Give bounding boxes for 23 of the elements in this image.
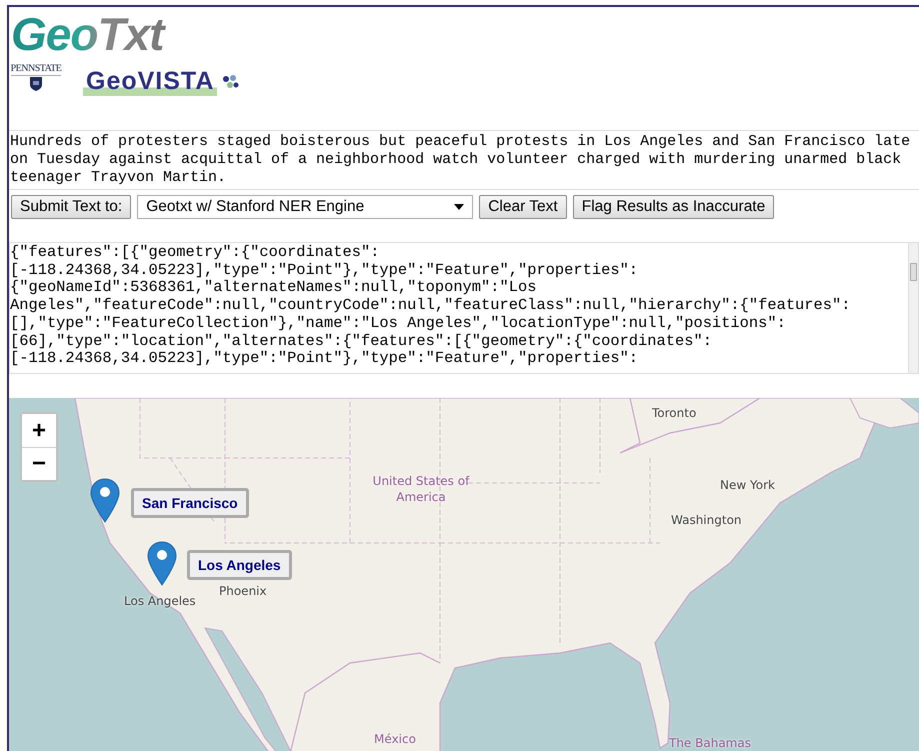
place-label: New York [720, 478, 775, 492]
marker-tooltip: San Francisco [131, 488, 249, 518]
caret-icon [454, 204, 464, 210]
engine-dropdown[interactable]: Geotxt w/ Stanford NER Engine [137, 195, 474, 219]
place-label: The Bahamas [668, 735, 752, 751]
marker-tooltip: Los Angeles [187, 550, 292, 580]
place-label: United States of America [372, 473, 471, 505]
place-label: Toronto [652, 406, 696, 420]
clear-button[interactable]: Clear Text [479, 195, 567, 219]
zoom-out-button[interactable]: − [22, 447, 56, 480]
place-label: México [373, 731, 417, 747]
map-marker-icon[interactable] [90, 478, 120, 523]
place-label: Washington [671, 513, 742, 527]
submit-button[interactable]: Submit Text to: [11, 195, 132, 219]
place-label: Phoenix [219, 584, 267, 598]
text-input[interactable]: Hundreds of protesters staged boisterous but peaceful protests in Los Angeles and San Francisco late on Tuesday against acquittal of a neighborhood watch volunteer charged with murdering unarmed black teenager Trayvon Martin. [9, 130, 919, 190]
place-label: Los Angeles [124, 594, 196, 608]
dots-icon [221, 74, 240, 90]
shield-icon [29, 76, 43, 92]
scrollbar[interactable] [908, 243, 918, 373]
university-logo: PENNSTATE [10, 63, 62, 76]
map-marker-icon[interactable] [147, 541, 177, 586]
flag-button[interactable]: Flag Results as Inaccurate [572, 195, 774, 219]
